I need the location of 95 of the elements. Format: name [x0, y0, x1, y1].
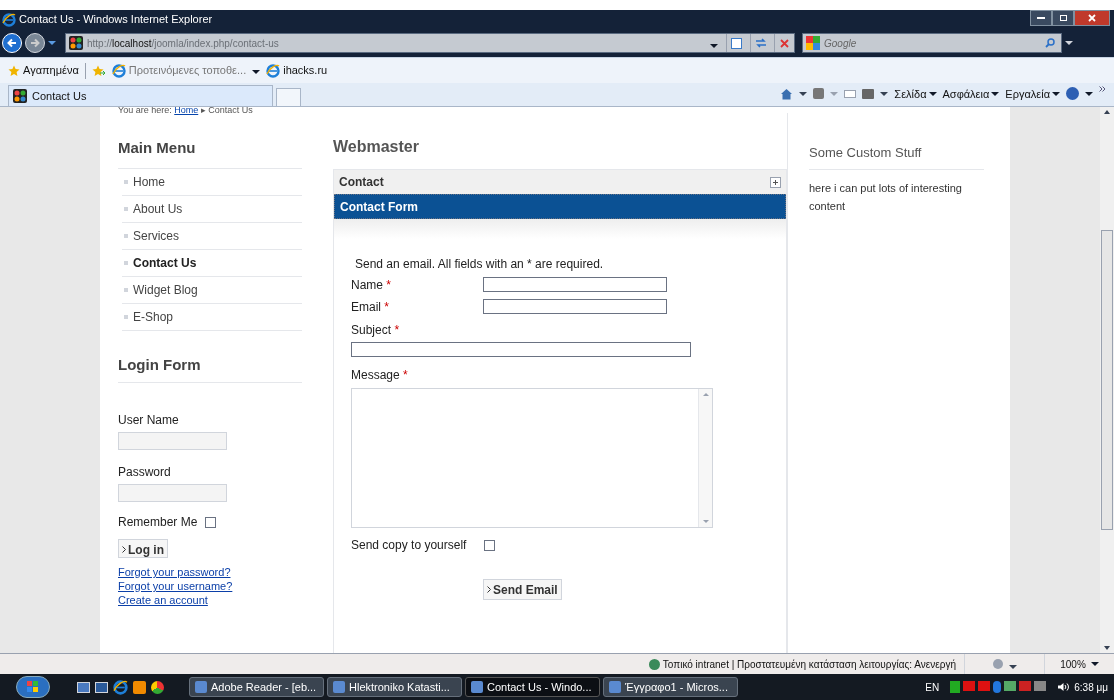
field-label: User Name	[118, 412, 180, 429]
favorite-link[interactable]: Προτεινόμενες τοποθε...	[111, 62, 261, 79]
module-title: Some Custom Stuff	[809, 143, 984, 170]
chevron-icon	[487, 586, 491, 594]
caret-icon	[48, 41, 56, 45]
site-logo-icon	[13, 89, 27, 103]
taskbar-button[interactable]: Hlektroniko Katasti...	[327, 677, 462, 697]
forward-arrow-icon	[30, 38, 40, 48]
menu-item[interactable]: Contact Us	[122, 249, 302, 277]
breadcrumb: You are here: Home ▸ Contact Us	[117, 107, 254, 113]
mail-icon[interactable]	[844, 89, 857, 98]
browser-tab[interactable]: Contact Us	[8, 85, 273, 106]
field-label: Subject *	[351, 322, 401, 339]
home-icon[interactable]	[780, 87, 794, 100]
caret-icon	[252, 70, 261, 75]
address-bar[interactable]: http://localhost/joomla/index.php/contact-us	[65, 33, 795, 53]
command-menu[interactable]: Σελίδα	[894, 85, 937, 102]
account-link[interactable]: Forgot your username?	[118, 579, 302, 593]
field-label: Password	[118, 464, 172, 481]
account-link[interactable]: Create an account	[118, 593, 302, 607]
status-text: Τοπικό intranet | Προστατευμένη κατάσταση λειτουργίας: Ανενεργή	[648, 656, 964, 672]
caret-icon	[1085, 91, 1093, 96]
page-scrollbar[interactable]	[1100, 107, 1114, 653]
browser-e-icon	[2, 12, 16, 27]
volume-icon[interactable]	[1057, 682, 1070, 692]
accordion-header[interactable]: Contact	[334, 169, 786, 194]
field-label: Email *	[351, 300, 390, 314]
menu-item[interactable]: Services	[122, 222, 302, 250]
breadcrumb-link[interactable]: Home	[174, 107, 199, 115]
login-button[interactable]: Log in	[118, 539, 168, 558]
more-chevron-icon[interactable]	[1099, 85, 1106, 92]
menu-item[interactable]: E-Shop	[122, 303, 302, 331]
app-icon	[471, 681, 483, 693]
star-icon	[8, 64, 20, 77]
back-button[interactable]	[2, 33, 22, 53]
caret-icon	[1052, 91, 1060, 96]
caret-icon	[1065, 41, 1073, 45]
account-link[interactable]: Forgot your password?	[118, 565, 302, 579]
browser-e-icon	[266, 63, 281, 78]
menu-item[interactable]: About Us	[122, 195, 302, 223]
accordion-header[interactable]: Contact Form	[334, 194, 786, 219]
caret-icon	[991, 91, 1000, 96]
command-menu[interactable]: Ασφάλεια	[942, 85, 1000, 102]
username-field[interactable]	[118, 432, 227, 450]
url-text: http://localhost/joomla/index.php/contact-us	[87, 36, 279, 51]
window-title: Contact Us - Windows Internet Explorer	[19, 12, 213, 28]
caret-icon	[1008, 665, 1017, 669]
module-title: Login Form	[118, 353, 302, 383]
search-icon[interactable]	[1045, 38, 1055, 48]
favorites-button[interactable]: Αγαπημένα	[8, 62, 79, 79]
search-placeholder: Google	[824, 36, 857, 51]
field-label: Message *	[351, 367, 409, 384]
taskbar-button[interactable]: Έγγραφο1 - Micros...	[603, 677, 738, 697]
search-provider-icon	[806, 36, 820, 50]
text-field[interactable]	[483, 276, 667, 292]
app-icon	[195, 681, 207, 693]
checkbox-label: Send copy to yourself	[351, 537, 468, 554]
checkbox[interactable]	[484, 539, 495, 551]
start-button[interactable]	[16, 676, 50, 698]
command-menu[interactable]: Εργαλεία	[1005, 85, 1060, 102]
clock[interactable]: 6:38 μμ	[1074, 679, 1108, 695]
module-title: Main Menu	[118, 137, 302, 169]
caret-icon	[799, 91, 808, 96]
password-field[interactable]	[118, 484, 227, 502]
browser-e-icon	[113, 679, 128, 695]
menu-item[interactable]: Home	[122, 168, 302, 196]
page-heading: Webmaster	[333, 137, 420, 157]
app-icon	[333, 681, 345, 693]
caret-icon	[710, 44, 718, 48]
favorite-link[interactable]: ihacks.ru	[266, 62, 328, 79]
taskbar-button[interactable]: Contact Us - Windo...	[465, 677, 600, 697]
caret-icon	[880, 91, 889, 96]
caret-icon	[830, 91, 839, 96]
chevron-icon	[122, 546, 126, 553]
module-text: here i can put lots of interesting content	[809, 180, 963, 214]
search-field[interactable]: Google	[802, 33, 1062, 53]
checkbox-label: Remember Me	[118, 514, 198, 531]
forward-button[interactable]	[25, 33, 45, 53]
send-email-button[interactable]: Send Email	[483, 579, 562, 600]
caret-icon	[1090, 662, 1099, 666]
taskbar-button[interactable]: Adobe Reader - [eb...	[189, 677, 324, 697]
close-icon	[1088, 13, 1096, 22]
text-field[interactable]	[351, 342, 691, 357]
menu-item[interactable]: Widget Blog	[122, 276, 302, 304]
text-field[interactable]	[483, 298, 667, 314]
browser-e-icon	[111, 63, 126, 78]
language-indicator[interactable]: EN	[925, 679, 940, 695]
caret-icon	[928, 91, 937, 96]
app-icon	[609, 681, 621, 693]
checkbox[interactable]	[205, 516, 217, 528]
back-arrow-icon	[7, 38, 17, 48]
expand-icon[interactable]	[770, 176, 781, 188]
form-intro: Send an email. All fields with an * are required.	[355, 256, 605, 273]
field-label: Name *	[351, 278, 392, 292]
site-logo-icon	[69, 36, 83, 50]
